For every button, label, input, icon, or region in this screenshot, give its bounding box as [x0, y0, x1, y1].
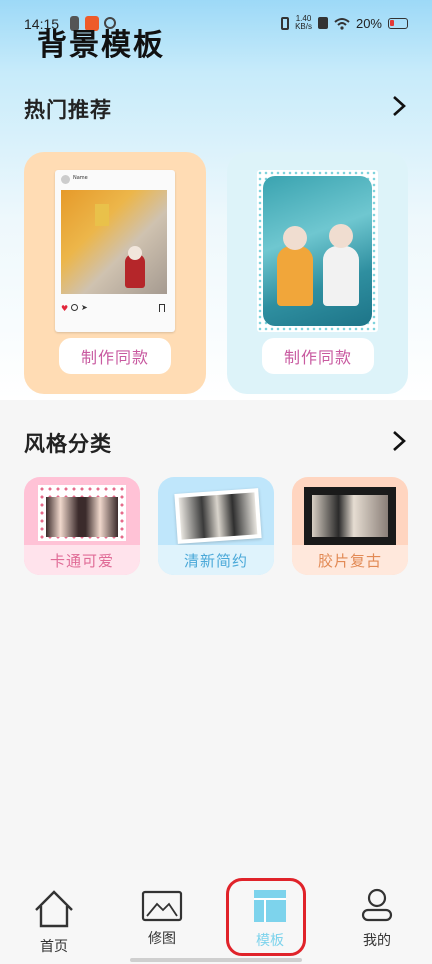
style-label: 清新简约	[158, 545, 274, 575]
style-section-title: 风格分类	[24, 432, 112, 456]
nav-item-home[interactable]: 首页	[19, 888, 89, 956]
template-preview-social-post: Name ♥ ➤	[55, 170, 175, 332]
hot-template-card-2[interactable]: 制作同款	[227, 152, 408, 394]
chevron-right-icon[interactable]	[390, 430, 408, 452]
house-icon	[35, 890, 73, 928]
net-speed: 1.40 KB/s	[295, 15, 312, 31]
style-label: 卡通可爱	[24, 545, 140, 575]
hot-section-title: 热门推荐	[24, 98, 112, 122]
vibrate-icon	[281, 16, 290, 30]
home-indicator[interactable]	[130, 958, 302, 962]
post-username: Name	[73, 175, 88, 181]
heart-icon: ♥	[61, 304, 69, 313]
style-thumb-fresh	[174, 488, 262, 544]
share-icon: ➤	[81, 303, 88, 312]
style-thumb-film	[304, 487, 396, 545]
nav-label: 首页	[40, 939, 68, 955]
battery-icon	[388, 17, 408, 29]
page-title: 背景模板	[37, 28, 165, 63]
nav-item-me[interactable]: 我的	[342, 888, 412, 950]
nav-label: 我的	[363, 933, 391, 949]
wifi-icon	[334, 17, 350, 30]
bookmark-icon	[159, 304, 165, 312]
style-card-cute[interactable]: 卡通可爱	[24, 477, 140, 575]
comment-icon	[71, 304, 78, 311]
net-speed-unit: KB/s	[295, 22, 312, 31]
avatar	[61, 175, 70, 184]
style-card-fresh[interactable]: 清新简约	[158, 477, 274, 575]
make-same-button[interactable]: 制作同款	[262, 338, 374, 374]
annotation-highlight	[226, 878, 306, 956]
style-label: 胶片复古	[292, 545, 408, 575]
sim-icon	[317, 17, 328, 29]
template-preview-dotted-frame	[257, 170, 378, 332]
style-thumb-cute	[38, 485, 126, 541]
make-same-button[interactable]: 制作同款	[59, 338, 171, 374]
battery-percent: 20%	[355, 15, 382, 31]
bottom-nav: 首页 修图 模板 我的	[0, 870, 432, 964]
chevron-right-icon[interactable]	[390, 95, 408, 117]
style-card-film[interactable]: 胶片复古	[292, 477, 408, 575]
hot-template-card-1[interactable]: Name ♥ ➤ 制作同款	[24, 152, 206, 394]
photo-couple-ice	[263, 176, 372, 326]
person-icon	[361, 888, 393, 922]
nav-item-edit[interactable]: 修图	[127, 888, 197, 948]
photo-christmas	[61, 190, 167, 294]
image-icon	[141, 890, 183, 922]
nav-label: 修图	[148, 931, 176, 947]
